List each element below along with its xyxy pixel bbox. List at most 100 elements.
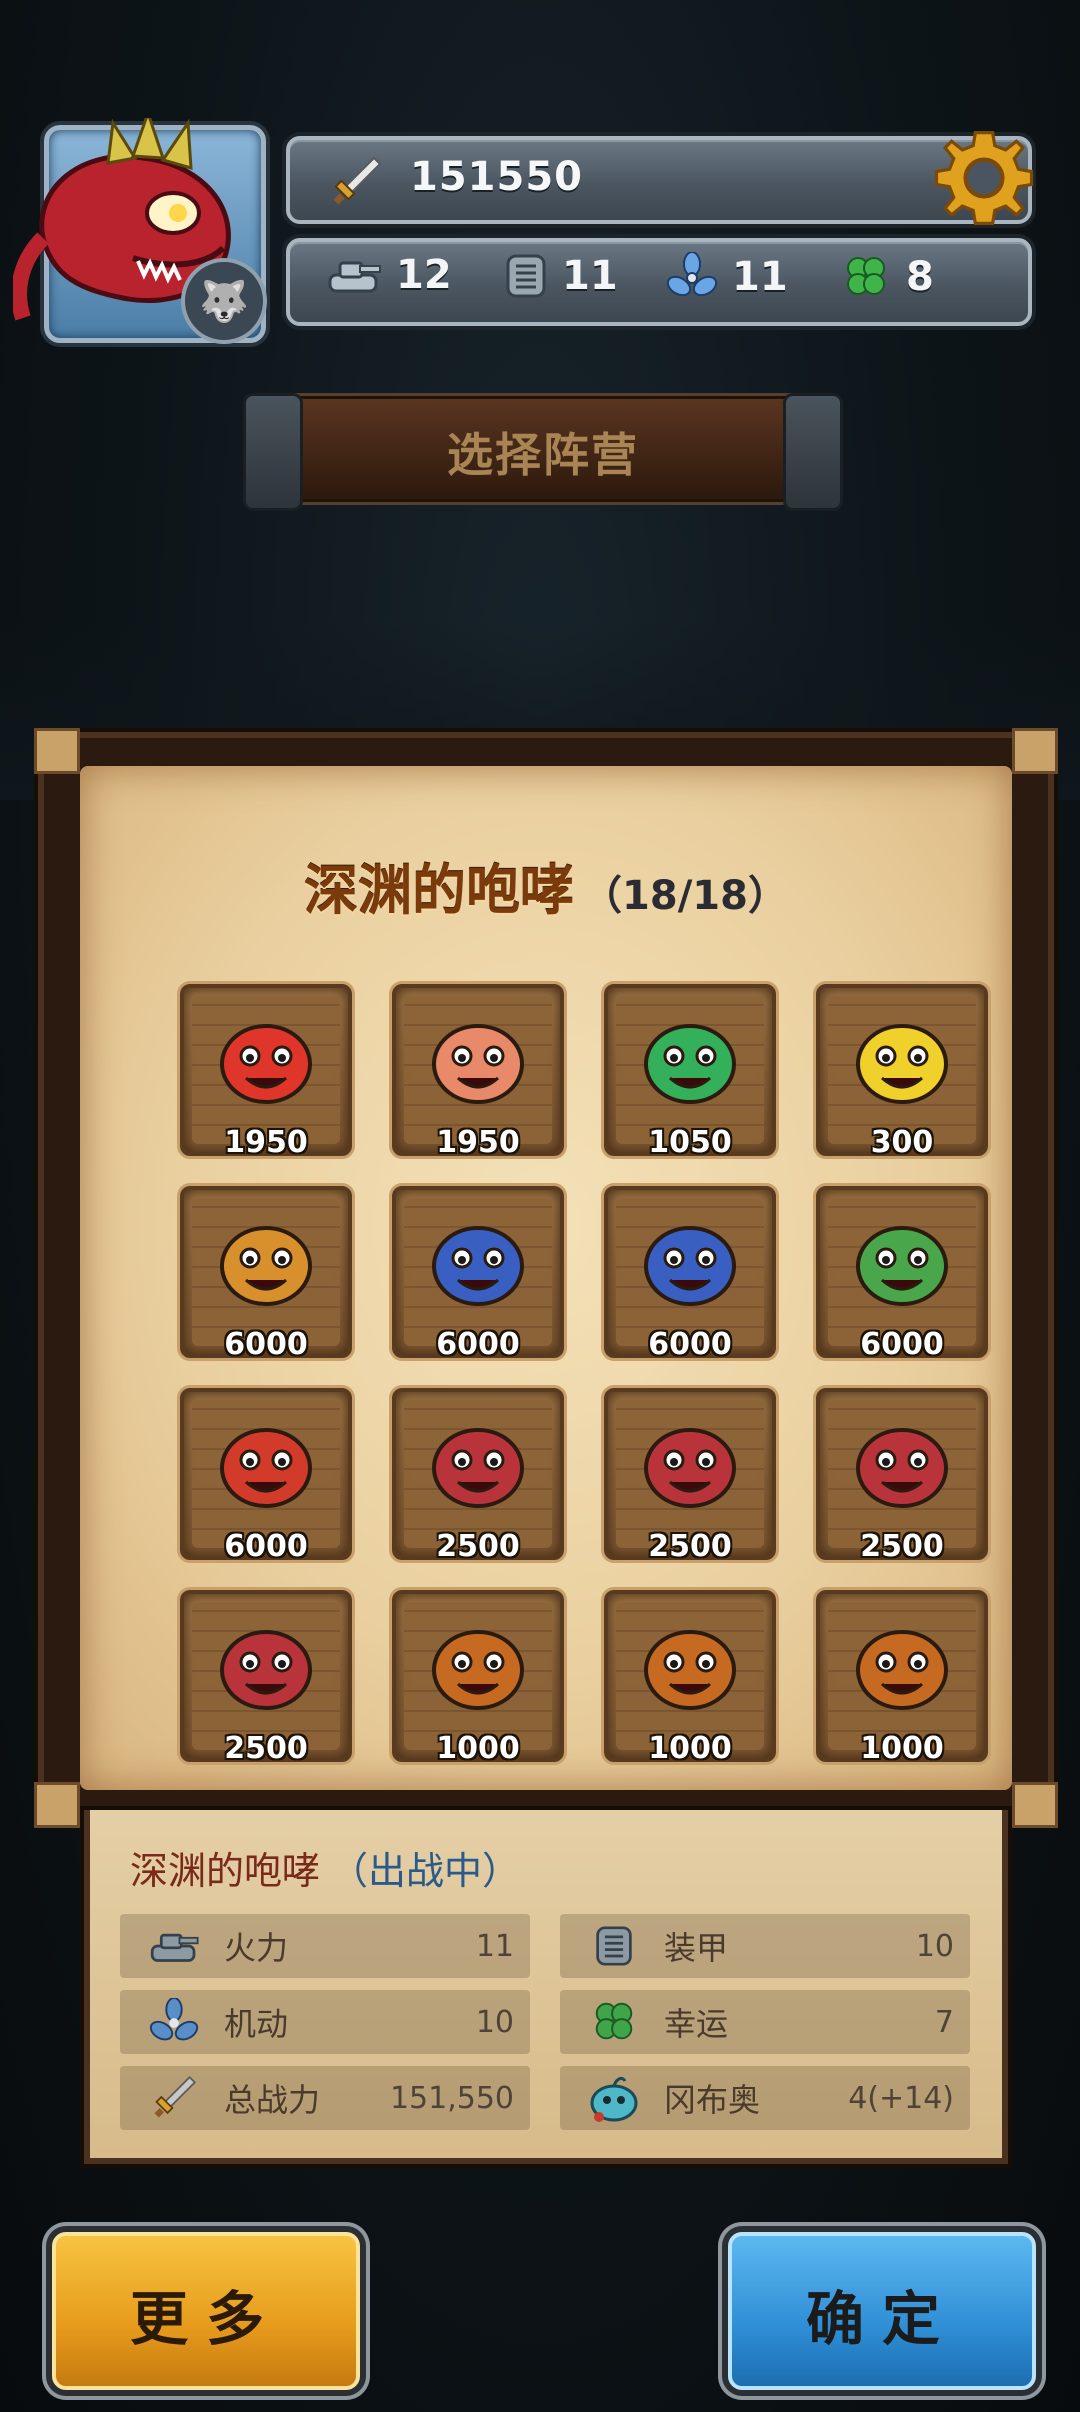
propeller-icon	[666, 252, 718, 297]
info-row-mobility: 机动 10	[120, 1990, 530, 2054]
unit-card[interactable]: 1000	[816, 1590, 988, 1766]
info-row-armor: 装甲 10	[560, 1914, 970, 1978]
unit-price: 6000	[860, 1327, 944, 1362]
stat-mobility-value: 11	[732, 254, 788, 300]
info-title: 深渊的咆哮 （出战中）	[130, 1840, 520, 1895]
total-power-value: 151550	[410, 154, 583, 200]
unit-card[interactable]: 6000	[816, 1186, 988, 1362]
stat-luck-value: 8	[906, 254, 934, 300]
unit-card[interactable]: 6000	[180, 1186, 352, 1362]
info-label: 火力	[224, 1929, 289, 1967]
unit-portrait-icon	[220, 1024, 312, 1104]
panel-corner	[1012, 728, 1058, 774]
tank-icon	[144, 1916, 204, 1976]
unit-card[interactable]: 6000	[392, 1186, 564, 1362]
unit-portrait-icon	[432, 1226, 524, 1306]
more-button[interactable]: 更多	[52, 2232, 360, 2390]
unit-portrait-icon	[856, 1428, 948, 1508]
armor-icon	[506, 254, 546, 298]
stat-armor-value: 11	[562, 253, 618, 299]
unit-card[interactable]: 2500	[392, 1388, 564, 1564]
unit-portrait-icon	[220, 1226, 312, 1306]
confirm-button-label: 确定	[805, 2285, 958, 2353]
camp-name: 深渊的咆哮	[304, 859, 575, 922]
info-row-luck: 幸运 7	[560, 1990, 970, 2054]
info-row-firepower: 火力 11	[120, 1914, 530, 1978]
stat-firepower-value: 12	[396, 252, 452, 298]
unit-price: 6000	[224, 1529, 308, 1564]
info-row-gumballs: 冈布奥 4(+14)	[560, 2066, 970, 2130]
select-camp-label: 选择阵营	[447, 428, 639, 482]
unit-card[interactable]: 6000	[604, 1186, 776, 1362]
info-camp-name: 深渊的咆哮	[130, 1849, 321, 1893]
unit-price: 1000	[436, 1731, 520, 1766]
armor-icon	[584, 1916, 644, 1976]
unit-portrait-icon	[220, 1428, 312, 1508]
unit-card[interactable]: 2500	[604, 1388, 776, 1564]
select-camp-banner[interactable]: 选择阵营	[243, 393, 843, 511]
total-power-bar: 151550	[286, 131, 1034, 225]
unit-price: 1000	[860, 1731, 944, 1766]
unit-card[interactable]: 1000	[604, 1590, 776, 1766]
unit-portrait-icon	[644, 1630, 736, 1710]
panel-corner	[34, 1782, 80, 1828]
camp-info: 深渊的咆哮 （出战中） 火力 11 装甲 10 机动 10 幸运 7 总战力 15…	[84, 1810, 1008, 2164]
sword-icon	[333, 156, 382, 205]
unit-portrait-icon	[644, 1226, 736, 1306]
parchment: 深渊的咆哮 （18/18） 1950 1950 1050 300 6000 6000 6000…	[80, 766, 1012, 1790]
stat-firepower: 12	[326, 252, 452, 298]
unit-portrait-icon	[432, 1024, 524, 1104]
stat-luck: 8	[840, 252, 934, 302]
info-value: 4(+14)	[848, 2080, 954, 2116]
unit-card[interactable]: 2500	[180, 1590, 352, 1766]
stat-mobility: 11	[666, 252, 788, 302]
info-label: 装甲	[664, 1929, 729, 1967]
unit-price: 1950	[224, 1125, 308, 1160]
unit-card[interactable]: 1050	[604, 984, 776, 1160]
sword-icon	[144, 2068, 204, 2128]
attribute-bar: 12 11 11 8	[286, 238, 1032, 326]
info-label: 总战力	[224, 2081, 321, 2119]
camp-count: （18/18）	[582, 873, 788, 919]
unit-price: 1000	[648, 1731, 732, 1766]
clover-icon	[584, 1992, 644, 2052]
unit-price: 6000	[436, 1327, 520, 1362]
panel-corner	[1012, 1782, 1058, 1828]
unit-price: 300	[870, 1125, 934, 1160]
info-value: 7	[934, 2004, 954, 2040]
info-label: 冈布奥	[664, 2081, 761, 2119]
settings-gear-icon[interactable]	[930, 124, 1038, 232]
player-avatar[interactable]: 🐺	[13, 118, 267, 344]
camp-title: 深渊的咆哮 （18/18）	[80, 846, 1012, 925]
info-row-total-power: 总战力 151,550	[120, 2066, 530, 2130]
confirm-button[interactable]: 确定	[728, 2232, 1036, 2390]
unit-price: 2500	[860, 1529, 944, 1564]
info-value: 10	[915, 1928, 954, 1964]
unit-portrait-icon	[644, 1024, 736, 1104]
unit-card[interactable]: 300	[816, 984, 988, 1160]
creature-icon	[584, 2068, 644, 2128]
unit-price: 2500	[648, 1529, 732, 1564]
clover-icon	[847, 257, 885, 295]
info-value: 10	[475, 2004, 514, 2040]
unit-portrait-icon	[644, 1428, 736, 1508]
info-label: 机动	[224, 2005, 289, 2043]
unit-price: 1950	[436, 1125, 520, 1160]
unit-price: 2500	[436, 1529, 520, 1564]
unit-card[interactable]: 6000	[180, 1388, 352, 1564]
unit-portrait-icon	[856, 1630, 948, 1710]
unit-card[interactable]: 1950	[180, 984, 352, 1160]
panel-corner	[34, 728, 80, 774]
unit-card[interactable]: 2500	[816, 1388, 988, 1564]
info-value: 11	[475, 1928, 514, 1964]
unit-card[interactable]: 1950	[392, 984, 564, 1160]
tank-icon	[328, 261, 381, 293]
unit-card[interactable]: 1000	[392, 1590, 564, 1766]
unit-portrait-icon	[856, 1226, 948, 1306]
info-label: 幸运	[664, 2005, 729, 2043]
unit-portrait-icon	[856, 1024, 948, 1104]
more-button-label: 更多	[129, 2285, 282, 2353]
unit-price: 6000	[224, 1327, 308, 1362]
wolf-emblem-icon: 🐺	[181, 258, 267, 344]
info-status: （出战中）	[330, 1849, 521, 1893]
